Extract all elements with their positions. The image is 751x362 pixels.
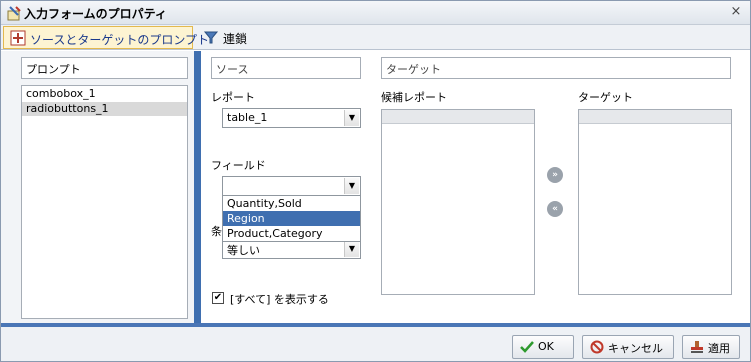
prompt-pane: プロンプト combobox_1 radiobuttons_1 [21,57,188,319]
prompt-header: プロンプト [21,57,188,79]
apply-label: 適用 [708,342,730,355]
tab-source-target-prompt[interactable]: ソースとターゲットのプロンプト [3,26,209,49]
field-dropdown-list[interactable]: Quantity,Sold Region Product,Category [222,195,361,242]
apply-button[interactable]: 適用 [682,335,740,359]
chain-icon [203,31,219,44]
candidate-report-label: 候補レポート [381,91,447,104]
dropdown-option[interactable]: Product,Category [223,226,360,241]
target-list[interactable] [578,109,732,295]
tab-chain[interactable]: 連鎖 [197,26,257,49]
stamp-icon [691,341,703,353]
target-list-label: ターゲット [578,91,633,104]
report-value: table_1 [227,111,268,124]
cancel-label: キャンセル [608,342,663,355]
button-bar: OK キャンセル 適用 [1,323,750,361]
move-left-button[interactable]: « [547,201,563,217]
tab-label: ソースとターゲットのプロンプト [30,33,210,47]
move-right-button[interactable]: » [547,167,563,183]
field-label: フィールド [211,159,266,172]
cancel-button[interactable]: キャンセル [582,335,674,359]
pane-divider[interactable] [194,51,201,323]
dropdown-option[interactable]: Quantity,Sold [223,196,360,211]
prompt-icon [10,30,26,46]
tab-label: 連鎖 [223,32,248,46]
list-header [382,110,534,124]
show-all-label: [すべて] を表示する [230,293,329,306]
list-item[interactable]: combobox_1 [22,87,187,101]
tab-bar: ソースとターゲットのプロンプト 連鎖 [1,25,750,50]
chevron-down-icon[interactable]: ▼ [344,178,359,194]
condition-select[interactable]: 等しい ▼ [222,239,361,259]
prompt-list[interactable]: combobox_1 radiobuttons_1 [21,85,188,319]
target-header: ターゲット [381,57,731,79]
candidate-report-list[interactable] [381,109,535,295]
ok-label: OK [538,340,554,353]
ok-button[interactable]: OK [512,335,574,359]
source-header: ソース [211,57,361,79]
form-properties-icon [7,6,21,21]
list-item[interactable]: radiobuttons_1 [22,102,187,116]
chevron-down-icon[interactable]: ▼ [344,110,359,126]
report-select[interactable]: table_1 ▼ [222,108,361,128]
list-header [579,110,731,124]
show-all-checkbox[interactable]: ✔ [212,292,224,304]
dropdown-option[interactable]: Region [223,211,360,226]
condition-value: 等しい [227,244,260,257]
chevron-down-icon[interactable]: ▼ [344,241,359,257]
close-icon[interactable]: × [728,4,744,20]
title-bar: 入力フォームのプロパティ × [1,1,750,25]
report-label: レポート [211,91,255,104]
dialog-title: 入力フォームのプロパティ [24,7,167,21]
cancel-icon [590,340,604,354]
condition-label: 条 [211,225,222,238]
source-target-pane: ソース レポート table_1 ▼ フィールド ▼ 条 等しい ▼ Quant… [201,51,750,323]
field-select[interactable]: ▼ [222,176,361,196]
checkmark-icon [520,341,534,353]
content-area: プロンプト combobox_1 radiobuttons_1 ソース レポート… [1,51,750,323]
properties-dialog: 入力フォームのプロパティ × ソースとターゲットのプロンプト 連鎖 プロンプト … [0,0,751,362]
